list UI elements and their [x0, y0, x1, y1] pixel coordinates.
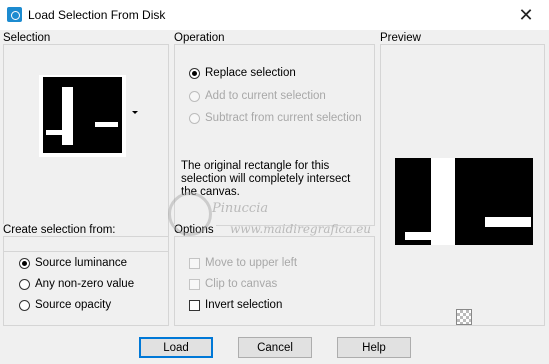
help-button[interactable]: Help	[337, 337, 411, 358]
dialog-body: Selection Operation Replace selection Ad…	[0, 30, 549, 364]
radio-indicator[interactable]	[19, 278, 30, 290]
radio-indicator[interactable]	[19, 299, 30, 311]
subtract-selection-label: Subtract from current selection	[205, 112, 362, 124]
source-opacity-radio[interactable]: Source opacity	[19, 297, 111, 313]
radio-indicator	[189, 112, 200, 124]
any-non-zero-label: Any non-zero value	[35, 278, 135, 290]
radio-indicator	[189, 90, 200, 102]
subtract-selection-radio: Subtract from current selection	[189, 110, 362, 126]
create-from-group-title: Create selection from:	[3, 224, 118, 236]
clip-to-canvas-checkbox: Clip to canvas	[189, 276, 277, 292]
selection-thumbnail-image	[39, 75, 126, 157]
watermark-url: www.maidiregrafica.eu	[230, 222, 372, 236]
invert-selection-label: Invert selection	[205, 299, 283, 311]
title-bar: Load Selection From Disk ✕	[0, 0, 549, 30]
chevron-down-icon[interactable]	[132, 111, 138, 114]
close-button[interactable]: ✕	[503, 0, 549, 30]
invert-selection-checkbox[interactable]: Invert selection	[189, 297, 282, 313]
clip-to-canvas-label: Clip to canvas	[205, 278, 278, 290]
source-opacity-label: Source opacity	[35, 299, 112, 311]
radio-indicator[interactable]	[19, 257, 30, 269]
any-non-zero-radio[interactable]: Any non-zero value	[19, 276, 134, 292]
watermark-name: Pinuccia	[212, 201, 269, 216]
cancel-button[interactable]: Cancel	[238, 337, 312, 358]
preview-group: Preview	[380, 32, 545, 326]
replace-selection-radio[interactable]: Replace selection	[189, 65, 296, 81]
transparency-checker-icon[interactable]	[456, 309, 472, 325]
selection-group-title: Selection	[3, 32, 53, 44]
load-button[interactable]: Load	[139, 337, 213, 358]
app-icon	[7, 7, 22, 22]
preview-image	[395, 158, 533, 245]
source-luminance-radio[interactable]: Source luminance	[19, 255, 127, 271]
preview-image-svg	[395, 158, 533, 245]
preview-group-title: Preview	[380, 32, 423, 44]
operation-group-title: Operation	[174, 32, 227, 44]
close-icon: ✕	[518, 4, 534, 25]
checkbox-indicator[interactable]	[189, 299, 200, 311]
add-selection-label: Add to current selection	[205, 90, 326, 102]
radio-indicator[interactable]	[189, 67, 200, 79]
selection-thumbnail[interactable]	[39, 75, 126, 157]
watermark-logo-icon	[168, 192, 212, 236]
window-title: Load Selection From Disk	[28, 8, 166, 22]
add-selection-radio: Add to current selection	[189, 88, 326, 104]
replace-selection-label: Replace selection	[205, 67, 296, 79]
source-luminance-label: Source luminance	[35, 257, 128, 269]
watermark: Pinuccia www.maidiregrafica.eu	[168, 188, 372, 268]
checkbox-indicator	[189, 278, 200, 290]
selection-group: Selection	[3, 32, 169, 252]
